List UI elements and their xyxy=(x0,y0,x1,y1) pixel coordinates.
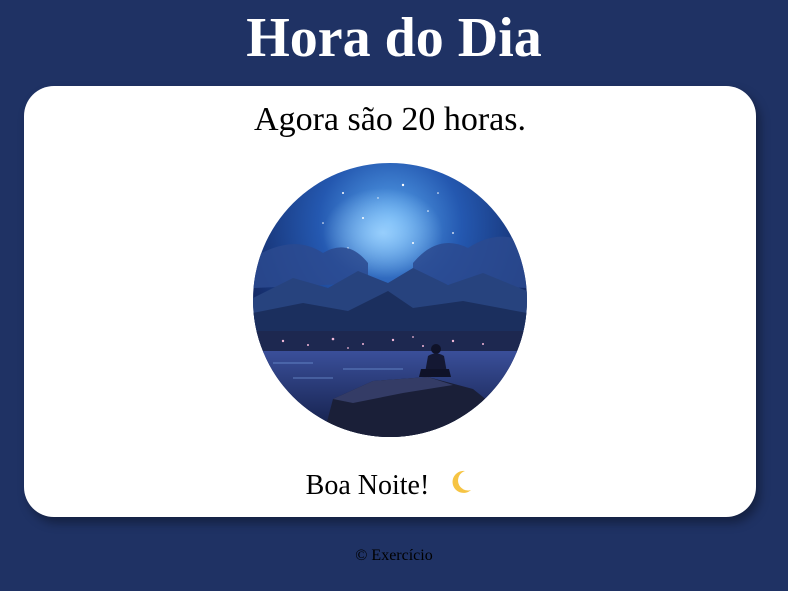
time-card: Agora são 20 horas. Boa Noite! xyxy=(24,86,756,517)
page-title: Hora do Dia xyxy=(246,7,542,69)
time-message: Agora são 20 horas. xyxy=(254,101,526,138)
greeting: Boa Noite! xyxy=(24,468,756,505)
footer-text: © Exercício xyxy=(355,547,433,564)
crescent-moon-icon xyxy=(446,468,474,505)
greeting-text: Boa Noite! xyxy=(305,470,430,501)
night-landscape-photo xyxy=(253,163,527,437)
